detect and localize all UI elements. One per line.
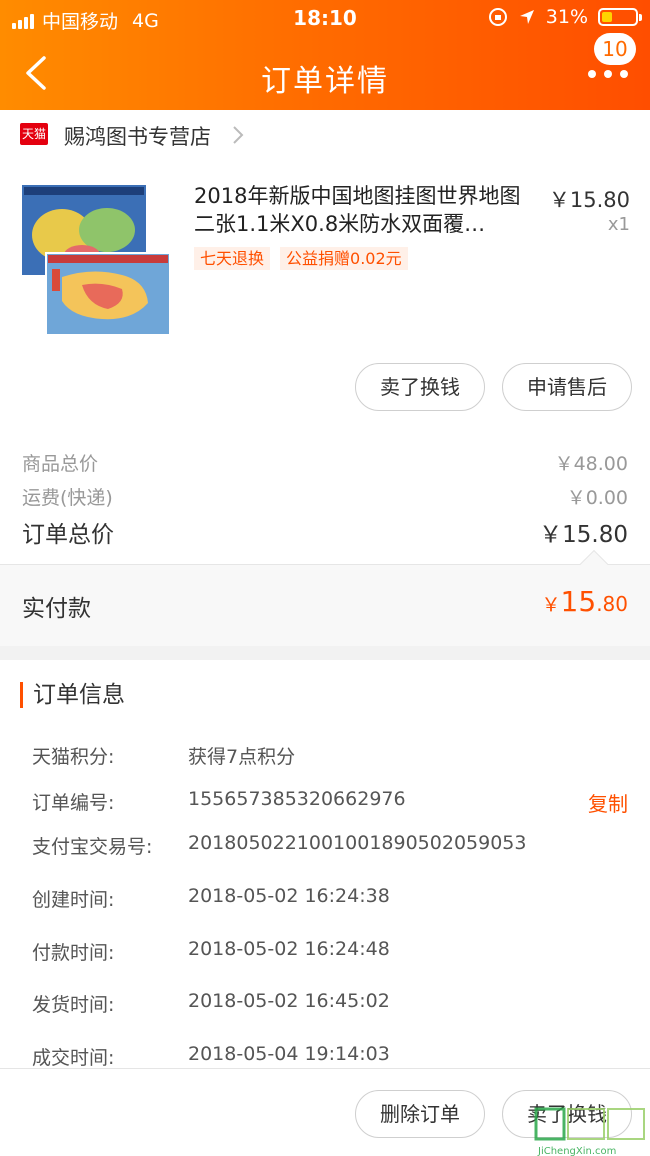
tag-donation: 公益捐赠0.02元 xyxy=(280,247,408,270)
order-info-section: 订单信息 天猫积分: 获得7点积分 订单编号: 1556573853206629… xyxy=(0,660,650,1072)
more-icon[interactable] xyxy=(588,70,628,82)
order-card: 天猫 赐鸿图书专营店 2018年新版中国地图挂图世界地图二张1.1米X0.8米防… xyxy=(0,110,650,646)
chevron-right-icon xyxy=(233,126,244,144)
page-title: 订单详情 xyxy=(261,64,389,99)
goods-total-label: 商品总价 xyxy=(22,453,99,475)
product-title[interactable]: 2018年新版中国地图挂图世界地图二张1.1米X0.8米防水双面覆… xyxy=(194,182,524,238)
site-watermark: JiChengXin.com xyxy=(534,1107,645,1156)
message-count-badge[interactable]: 10 xyxy=(594,33,636,65)
header-bar: 中国移动 4G 18:10 31% 订单详情 10 xyxy=(0,0,650,110)
shipping-row: 运费(快递) ￥0.00 xyxy=(22,483,628,510)
product-price: ￥15.80 xyxy=(548,188,630,212)
product-image[interactable] xyxy=(22,185,170,335)
order-info-heading: 订单信息 xyxy=(20,682,125,708)
sell-for-cash-button[interactable]: 卖了换钱 xyxy=(355,363,485,411)
order-total-label: 订单总价 xyxy=(22,522,114,548)
battery-percent: 31% xyxy=(545,6,588,28)
order-total-row: 订单总价 ￥15.80 xyxy=(22,515,628,549)
svg-text:JiChengXin.com: JiChengXin.com xyxy=(537,1146,616,1156)
shop-name: 赐鸿图书专营店 xyxy=(64,125,211,149)
after-sale-button[interactable]: 申请售后 xyxy=(502,363,632,411)
shipping-value: ￥0.00 xyxy=(566,487,628,509)
goods-total-row: 商品总价 ￥48.00 xyxy=(22,449,628,476)
product-tags: 七天退换 公益捐赠0.02元 xyxy=(194,247,408,270)
paid-label: 实付款 xyxy=(22,596,91,622)
location-icon xyxy=(519,10,534,24)
tmall-icon: 天猫 xyxy=(20,123,48,145)
copy-button[interactable]: 复制 xyxy=(588,788,628,817)
shipping-label: 运费(快递) xyxy=(22,487,113,509)
paid-amount: ￥15.80 xyxy=(541,585,628,618)
order-total-value: ￥15.80 xyxy=(539,522,628,548)
product-quantity: x1 xyxy=(607,214,630,235)
rotation-lock-icon xyxy=(488,8,507,26)
tag-return: 七天退换 xyxy=(194,247,271,270)
paid-row: 实付款 ￥15.80 xyxy=(0,549,650,646)
delete-order-button[interactable]: 删除订单 xyxy=(355,1090,485,1138)
battery-icon xyxy=(598,8,642,26)
goods-total-value: ￥48.00 xyxy=(554,453,628,475)
shop-row[interactable]: 天猫 赐鸿图书专营店 xyxy=(0,110,650,162)
status-bar: 中国移动 4G 18:10 31% xyxy=(0,0,650,38)
bottom-action-bar: 删除订单 卖了换钱 JiChengXin.com xyxy=(0,1068,650,1156)
